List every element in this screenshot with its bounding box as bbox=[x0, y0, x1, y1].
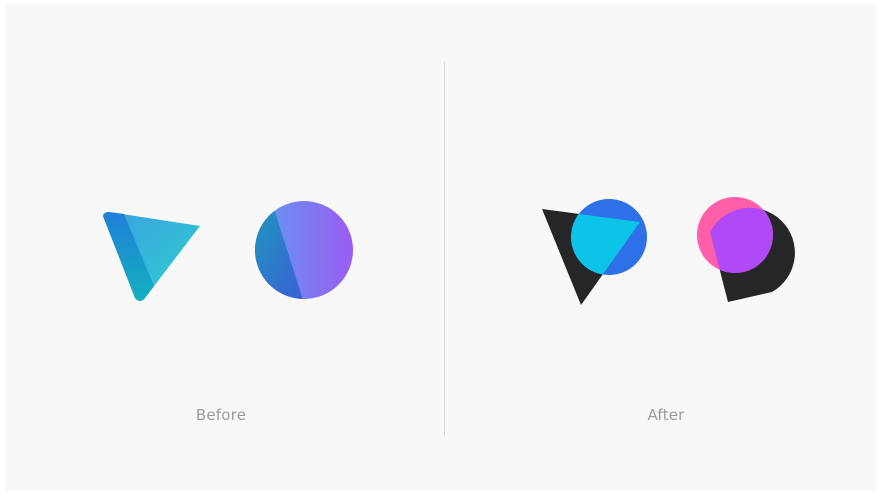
panel-divider bbox=[444, 62, 445, 436]
logo-comparison-artwork bbox=[103, 197, 795, 305]
before-caption: Before bbox=[195, 406, 247, 424]
gradient-circle-icon bbox=[255, 201, 353, 299]
pink-purple-circle-dark-drop-icon bbox=[697, 197, 795, 302]
dark-triangle-blue-circle-icon bbox=[542, 199, 647, 305]
after-caption: After bbox=[647, 406, 685, 424]
gradient-triangle-icon bbox=[103, 212, 200, 301]
